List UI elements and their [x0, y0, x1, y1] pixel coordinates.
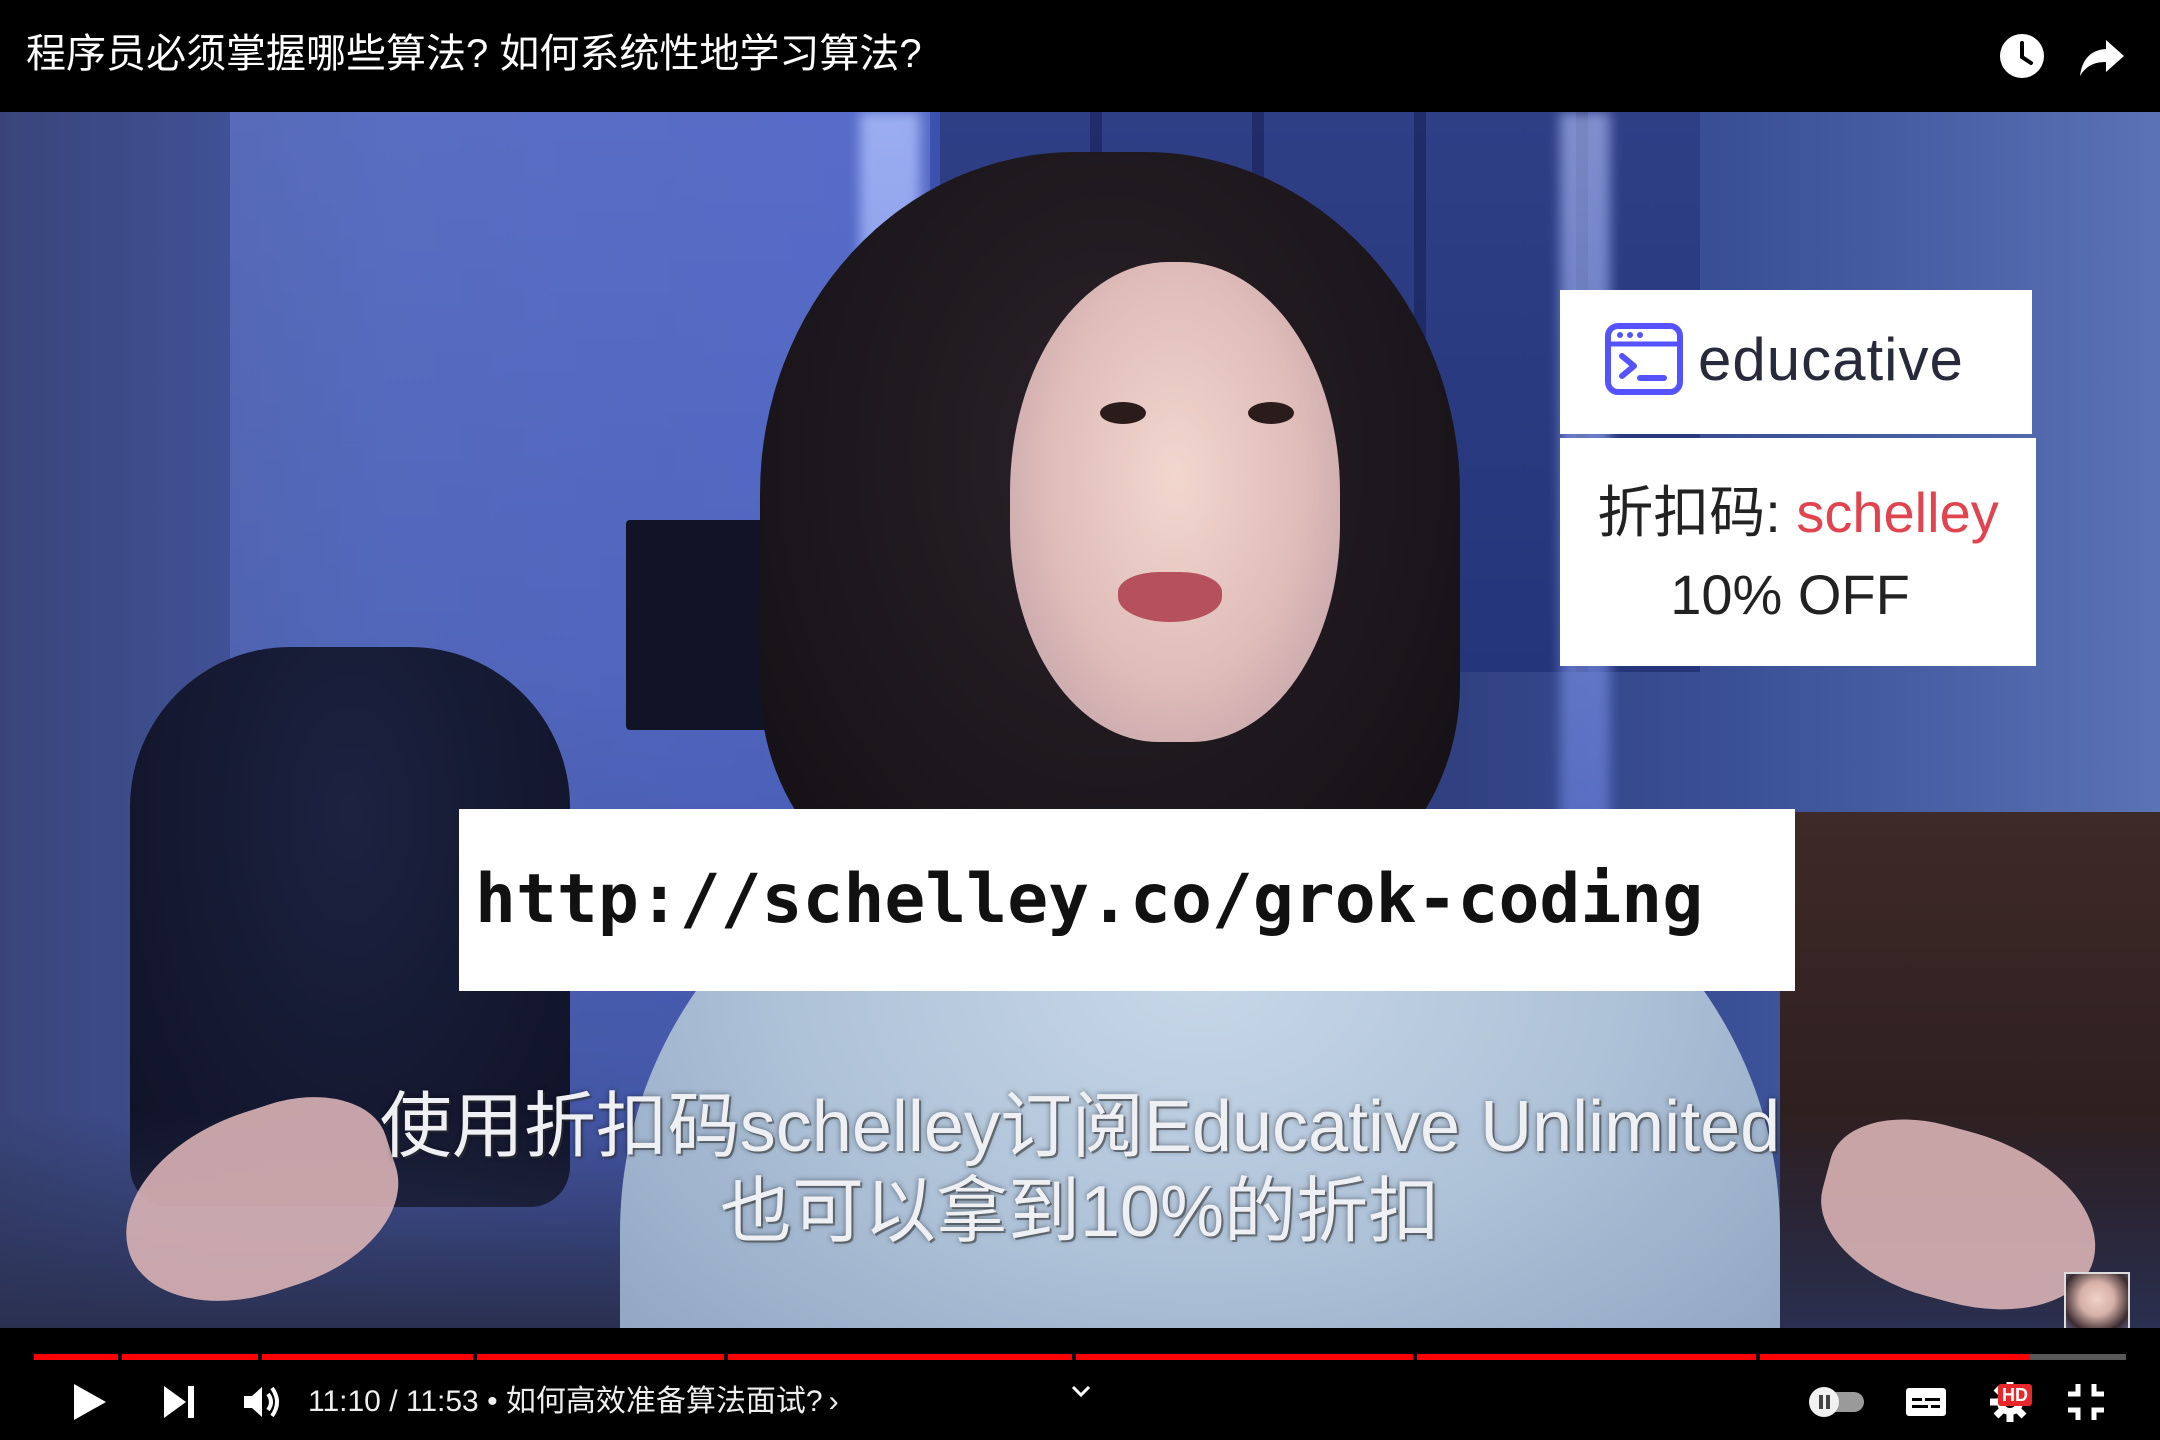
clock-icon[interactable]: [1996, 30, 2048, 82]
autoplay-toggle[interactable]: [1806, 1384, 1868, 1420]
exit-fullscreen-icon[interactable]: [2062, 1378, 2110, 1426]
time-separator: /: [380, 1385, 406, 1418]
chevron-right-icon[interactable]: ›: [829, 1385, 839, 1418]
subtitle-line: 使用折扣码schelley订阅Educative Unlimited: [379, 1087, 1781, 1167]
play-icon[interactable]: [64, 1378, 112, 1426]
current-time: 11:10: [308, 1385, 381, 1418]
promo-url: http://schelley.co/grok-coding: [475, 860, 1704, 939]
promo-code-line: 折扣码: schelley: [1560, 478, 2036, 548]
educative-logo-card: educative: [1560, 290, 2032, 434]
url-card: http://schelley.co/grok-coding: [459, 809, 1795, 991]
captions-icon[interactable]: [1902, 1378, 1950, 1426]
share-arrow-icon[interactable]: [2076, 30, 2128, 82]
chevron-down-icon[interactable]: [1066, 1376, 1096, 1406]
next-video-icon[interactable]: [156, 1378, 204, 1426]
educative-logo-text: educative: [1698, 326, 1964, 393]
video-frame[interactable]: educative 折扣码: schelley 10% OFF http://s…: [0, 112, 2160, 1328]
presenter-eye: [1100, 402, 1146, 424]
volume-icon[interactable]: [238, 1378, 286, 1426]
chapter-title[interactable]: 如何高效准备算法面试?: [506, 1385, 823, 1418]
presenter-face: [1010, 262, 1340, 742]
video-title[interactable]: 程序员必须掌握哪些算法? 如何系统性地学习算法?: [26, 26, 922, 82]
terminal-window-icon: [1604, 320, 1684, 400]
total-time: 11:53: [405, 1385, 479, 1418]
player-controls: 11:10 / 11:53 • 如何高效准备算法面试? › HD: [0, 1360, 2160, 1440]
channel-avatar[interactable]: [2064, 1272, 2130, 1328]
promo-code-card: 折扣码: schelley 10% OFF: [1560, 438, 2036, 666]
promo-code: schelley: [1796, 481, 1999, 544]
presenter-mouth: [1118, 572, 1222, 622]
chapter-separator: •: [478, 1385, 506, 1418]
time-display: 11:10 / 11:53 • 如何高效准备算法面试? ›: [308, 1382, 839, 1422]
promo-discount: 10% OFF: [1670, 563, 1910, 626]
presenter-eye: [1248, 402, 1294, 424]
subtitle-line: 也可以拿到10%的折扣: [719, 1172, 1441, 1252]
promo-label: 折扣码:: [1597, 481, 1797, 544]
title-bar: 程序员必须掌握哪些算法? 如何系统性地学习算法?: [0, 0, 2160, 112]
hd-badge: HD: [1998, 1384, 2032, 1406]
